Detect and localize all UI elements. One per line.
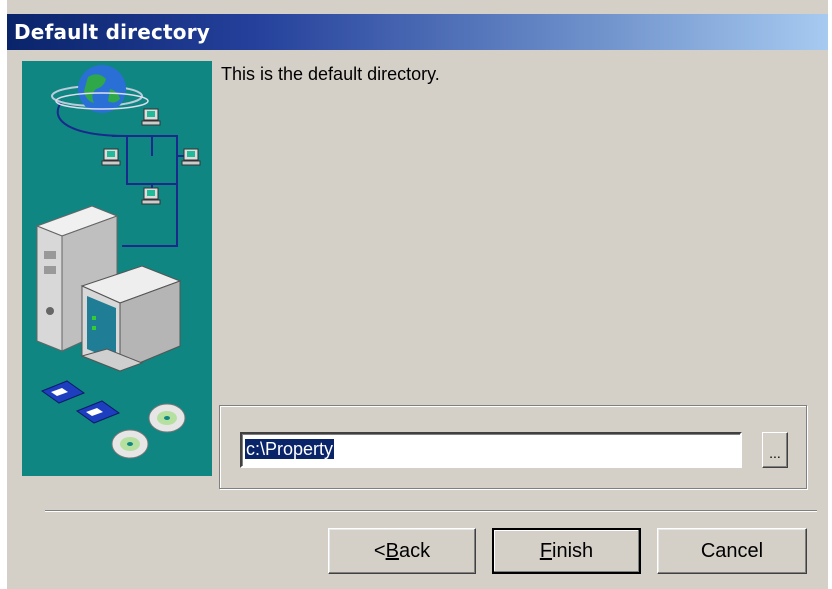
directory-input[interactable]: c:\Property — [240, 432, 742, 468]
finish-button-label: Finish — [539, 539, 594, 562]
cd-disc-icons — [111, 403, 186, 459]
back-button-label: <Back — [373, 539, 431, 562]
description-text: This is the default directory. — [221, 64, 440, 84]
cancel-button[interactable]: Cancel — [657, 528, 807, 574]
wizard-side-image — [22, 61, 212, 476]
network-computer-icons — [101, 108, 201, 205]
button-separator — [45, 510, 817, 512]
cancel-button-label: Cancel — [700, 539, 764, 562]
browse-button[interactable]: ... — [762, 432, 788, 468]
directory-input-value: c:\Property — [245, 439, 335, 459]
title-bar[interactable]: Default directory — [7, 14, 828, 50]
globe-icon — [51, 65, 149, 113]
finish-button[interactable]: Finish — [492, 528, 641, 574]
back-button[interactable]: <Back — [328, 528, 476, 574]
window-title: Default directory — [14, 20, 211, 44]
directory-groupbox: c:\Property ... — [219, 405, 807, 489]
floppy-disk-icons — [40, 380, 121, 424]
monitor-icon — [80, 265, 182, 372]
